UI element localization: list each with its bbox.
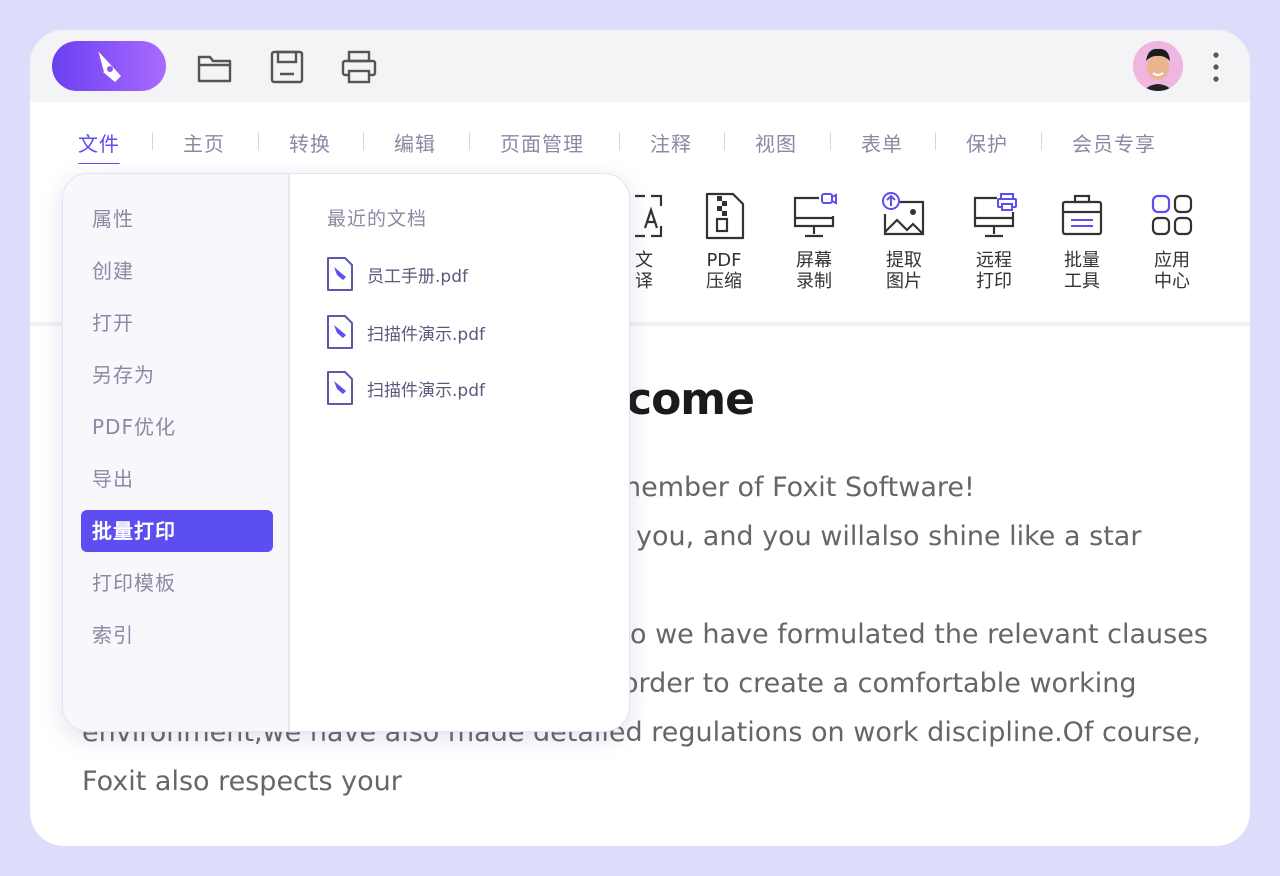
batch-tool-icon [1061, 194, 1103, 236]
document-line: you, and you willalso shine like a star [636, 521, 1142, 552]
tab-home[interactable]: 主页 [183, 128, 225, 156]
file-menu-export[interactable]: 导出 [81, 458, 273, 500]
file-menu-create[interactable]: 创建 [81, 250, 273, 292]
document-line: Foxit also respects your [82, 766, 402, 797]
recent-file-item[interactable]: 扫描件演示.pdf [325, 370, 485, 406]
tab-form[interactable]: 表单 [861, 128, 903, 156]
extract-image-icon [882, 192, 925, 236]
title-bar [30, 30, 1250, 102]
file-menu-save-as[interactable]: 另存为 [81, 354, 273, 396]
tab-separator [152, 132, 153, 150]
recent-file-item[interactable]: 扫描件演示.pdf [325, 314, 485, 350]
pdf-file-icon [327, 315, 353, 349]
tab-page-management[interactable]: 页面管理 [500, 128, 584, 156]
ribbon-label: 屏幕 录制 [796, 250, 832, 292]
ribbon-remote-print[interactable]: 远程 打印 [959, 192, 1029, 292]
tab-protect[interactable]: 保护 [966, 128, 1008, 156]
document-title: come [626, 374, 755, 425]
ribbon-label: 应用 中心 [1154, 250, 1190, 292]
tab-view[interactable]: 视图 [755, 128, 797, 156]
tab-convert[interactable]: 转换 [289, 128, 331, 156]
file-menu-list: 属性 创建 打开 另存为 PDF优化 导出 批量打印 打印模板 索引 [63, 174, 290, 731]
recent-file-item[interactable]: 员工手册.pdf [325, 256, 468, 292]
pen-logo-icon [96, 49, 121, 82]
ribbon-label: 提取 图片 [886, 250, 922, 292]
tab-separator [830, 132, 831, 150]
ribbon-pdf-compress[interactable]: PDF 压缩 [689, 192, 759, 292]
recent-file-name: 员工手册.pdf [367, 266, 468, 287]
document-line: o we have formulated the relevant clause… [630, 619, 1208, 650]
more-vertical-icon[interactable] [1206, 50, 1226, 84]
tab-edit[interactable]: 编辑 [394, 128, 436, 156]
recent-documents-heading: 最近的文档 [327, 208, 428, 230]
app-center-icon [1151, 194, 1193, 236]
pdf-file-icon [327, 257, 353, 291]
app-logo-button[interactable] [52, 41, 166, 91]
pdf-file-icon [327, 371, 353, 405]
file-menu-index[interactable]: 索引 [81, 614, 273, 656]
ribbon-extract-image[interactable]: 提取 图片 [869, 192, 939, 292]
tab-separator [724, 132, 725, 150]
tab-separator [935, 132, 936, 150]
tab-separator [1041, 132, 1042, 150]
ribbon-label: 批量 工具 [1064, 250, 1100, 292]
file-menu-dropdown: 属性 创建 打开 另存为 PDF优化 导出 批量打印 打印模板 索引 最近的文档… [62, 173, 630, 732]
menu-bar: 文件 主页 转换 编辑 页面管理 注释 视图 表单 保护 会员专享 [30, 102, 1250, 166]
avatar-face-icon [1133, 41, 1183, 91]
print-icon[interactable] [340, 48, 378, 86]
screen-record-icon [793, 193, 837, 238]
document-line: nember of Foxit Software! [624, 472, 975, 503]
ribbon-batch-tool[interactable]: 批量 工具 [1047, 192, 1117, 292]
file-menu-pdf-optimize[interactable]: PDF优化 [81, 406, 273, 448]
ribbon-app-center[interactable]: 应用 中心 [1137, 192, 1207, 292]
compress-icon [705, 192, 745, 240]
ribbon-screen-record[interactable]: 屏幕 录制 [779, 192, 849, 292]
document-line: order to create a comfortable working [622, 668, 1137, 699]
remote-print-icon [973, 193, 1017, 238]
recent-file-name: 扫描件演示.pdf [367, 380, 485, 401]
file-menu-batch-print[interactable]: 批量打印 [81, 510, 273, 552]
ribbon-label: PDF 压缩 [706, 250, 742, 292]
tab-separator [469, 132, 470, 150]
tab-separator [258, 132, 259, 150]
open-folder-icon[interactable] [196, 48, 234, 86]
recent-file-name: 扫描件演示.pdf [367, 324, 485, 345]
tab-separator [363, 132, 364, 150]
tab-file[interactable]: 文件 [78, 128, 120, 166]
ribbon-label: 远程 打印 [976, 250, 1012, 292]
user-avatar[interactable] [1133, 41, 1183, 91]
tab-comment[interactable]: 注释 [650, 128, 692, 156]
file-menu-print-template[interactable]: 打印模板 [81, 562, 273, 604]
file-menu-open[interactable]: 打开 [81, 302, 273, 344]
save-icon[interactable] [268, 48, 306, 86]
tab-member-exclusive[interactable]: 会员专享 [1072, 128, 1156, 156]
file-menu-properties[interactable]: 属性 [81, 198, 273, 240]
tab-separator [619, 132, 620, 150]
